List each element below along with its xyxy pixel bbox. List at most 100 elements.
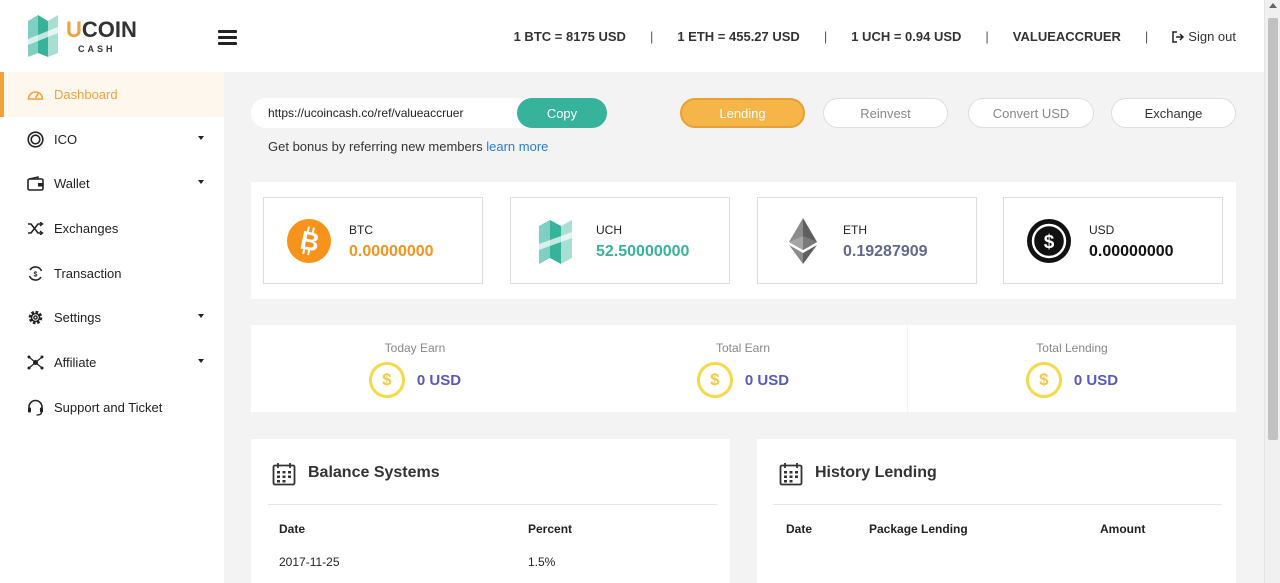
sign-out-icon (1172, 30, 1185, 43)
coin-name: UCH (596, 223, 622, 237)
eth-rate: 1 ETH = 455.27 USD (677, 29, 800, 44)
svg-text:$: $ (33, 271, 37, 278)
sidebar-item-ico[interactable]: ICO (0, 117, 224, 162)
earn-value: 0 USD (1073, 371, 1119, 389)
sidebar-item-label: ICO (54, 131, 78, 147)
gear-icon (26, 309, 44, 327)
network-icon (26, 353, 44, 371)
gold-coin-icon: $ (368, 362, 405, 398)
today-earn-card: Today Earn $ 0 USD (251, 325, 579, 412)
btc-rate: 1 BTC = 8175 USD (513, 29, 626, 44)
svg-text:$: $ (1044, 232, 1055, 253)
earn-value: 0 USD (416, 371, 462, 389)
referral-url[interactable]: https://ucoincash.co/ref/valueaccruer (251, 106, 517, 120)
divider: | (985, 29, 989, 44)
chevron-down-icon (198, 180, 204, 185)
divider (268, 504, 717, 505)
earn-title: Total Lending (1036, 341, 1108, 355)
convert-usd-button[interactable]: Convert USD (968, 98, 1094, 128)
coin-balance: 52.50000000 (596, 243, 690, 260)
calendar-icon (272, 463, 296, 486)
chevron-down-icon (198, 135, 204, 140)
top-header: UCOIN CASH 1 BTC = 8175 USD | 1 ETH = 45… (0, 0, 1264, 72)
ucoin-logo[interactable]: UCOIN CASH (26, 13, 137, 59)
sidebar-item-affiliate[interactable]: Affiliate (0, 340, 224, 385)
sidebar-item-label: Support and Ticket (54, 399, 163, 415)
lending-button[interactable]: Lending (680, 98, 805, 128)
copy-button[interactable]: Copy (517, 98, 607, 128)
chevron-down-icon (198, 314, 204, 319)
headset-icon (26, 398, 44, 416)
divider (773, 504, 1222, 505)
balance-card-btc: B BTC 0.00000000 (263, 197, 483, 284)
referral-link-box: https://ucoincash.co/ref/valueaccruer Co… (251, 98, 607, 128)
sidebar-item-support[interactable]: Support and Ticket (0, 385, 224, 430)
table-cell-date: 2017-11-25 (279, 555, 340, 569)
sign-out-link[interactable]: Sign out (1172, 29, 1236, 44)
menu-toggle-button[interactable] (218, 30, 237, 45)
sidebar: Dashboard ICO Wallet Exchanges $ Transac… (0, 72, 224, 583)
sidebar-item-dashboard[interactable]: Dashboard (0, 72, 224, 117)
gold-coin-icon: $ (1025, 362, 1062, 398)
ucoin-icon (539, 220, 572, 264)
balance-systems-title: Balance Systems (308, 464, 440, 481)
scroll-up-icon[interactable] (1269, 3, 1277, 8)
sidebar-item-wallet[interactable]: Wallet (0, 161, 224, 206)
column-header-amount: Amount (1100, 522, 1146, 536)
earn-value: 0 USD (744, 371, 790, 389)
sidebar-item-label: Wallet (54, 176, 90, 192)
sidebar-item-transaction[interactable]: $ Transaction (0, 251, 224, 296)
history-lending-title: History Lending (815, 464, 937, 481)
referral-hint: Get bonus by referring new members learn… (268, 139, 548, 154)
logo-wordmark: UCOIN (66, 17, 137, 42)
sidebar-item-label: Affiliate (54, 354, 97, 370)
wallet-icon (26, 175, 44, 193)
logo-subtitle: CASH (78, 44, 116, 54)
coin-balance: 0.00000000 (1089, 243, 1174, 260)
username[interactable]: VALUEACCRUER (1013, 29, 1121, 44)
column-header-date: Date (279, 522, 306, 536)
speedometer-icon (26, 85, 44, 103)
menu-icon-bar (218, 36, 237, 39)
bitcoin-icon: B (287, 219, 331, 263)
sidebar-item-label: Transaction (54, 265, 122, 281)
balance-card-usd: $ USD 0.00000000 (1003, 197, 1223, 284)
sidebar-item-exchanges[interactable]: Exchanges (0, 206, 224, 251)
total-lending-card: Total Lending $ 0 USD (908, 325, 1236, 412)
exchange-button[interactable]: Exchange (1111, 98, 1236, 128)
table-cell-percent: 1.5% (528, 555, 556, 569)
uch-rate: 1 UCH = 0.94 USD (851, 29, 962, 44)
sidebar-item-label: Exchanges (54, 220, 119, 236)
coin-name: USD (1089, 223, 1115, 237)
history-lending-panel (757, 439, 1236, 583)
sidebar-item-settings[interactable]: Settings (0, 295, 224, 340)
divider: | (823, 29, 828, 44)
balance-card-eth: ETH 0.19287909 (757, 197, 977, 284)
column-header-date: Date (786, 522, 813, 536)
menu-icon-bar (218, 30, 237, 33)
learn-more-link[interactable]: learn more (486, 139, 548, 154)
rate-ticker: 1 BTC = 8175 USD | 1 ETH = 455.27 USD | … (514, 29, 1236, 44)
earn-title: Total Earn (715, 341, 771, 355)
coin-balance: 0.19287909 (843, 243, 928, 260)
reinvest-button[interactable]: Reinvest (823, 98, 948, 128)
coin-name: BTC (349, 223, 373, 237)
shuffle-icon (26, 219, 44, 237)
divider: | (1144, 29, 1149, 44)
gold-coin-icon: $ (696, 362, 733, 398)
sidebar-item-label: Settings (54, 310, 101, 326)
ethereum-icon (789, 218, 817, 264)
page-scrollbar[interactable] (1264, 0, 1280, 583)
transaction-icon: $ (26, 264, 44, 282)
calendar-icon (779, 463, 803, 486)
column-header-percent: Percent (528, 522, 573, 536)
divider: | (649, 29, 654, 44)
chevron-down-icon (198, 359, 204, 364)
balance-card-uch: UCH 52.50000000 (510, 197, 730, 284)
scrollbar-thumb[interactable] (1268, 18, 1278, 440)
sign-out-label: Sign out (1188, 29, 1236, 44)
dollar-coin-icon: $ (1027, 219, 1071, 263)
coin-ring-icon (26, 130, 44, 148)
earn-title: Today Earn (384, 341, 446, 355)
column-header-package-lending: Package Lending (869, 522, 968, 536)
